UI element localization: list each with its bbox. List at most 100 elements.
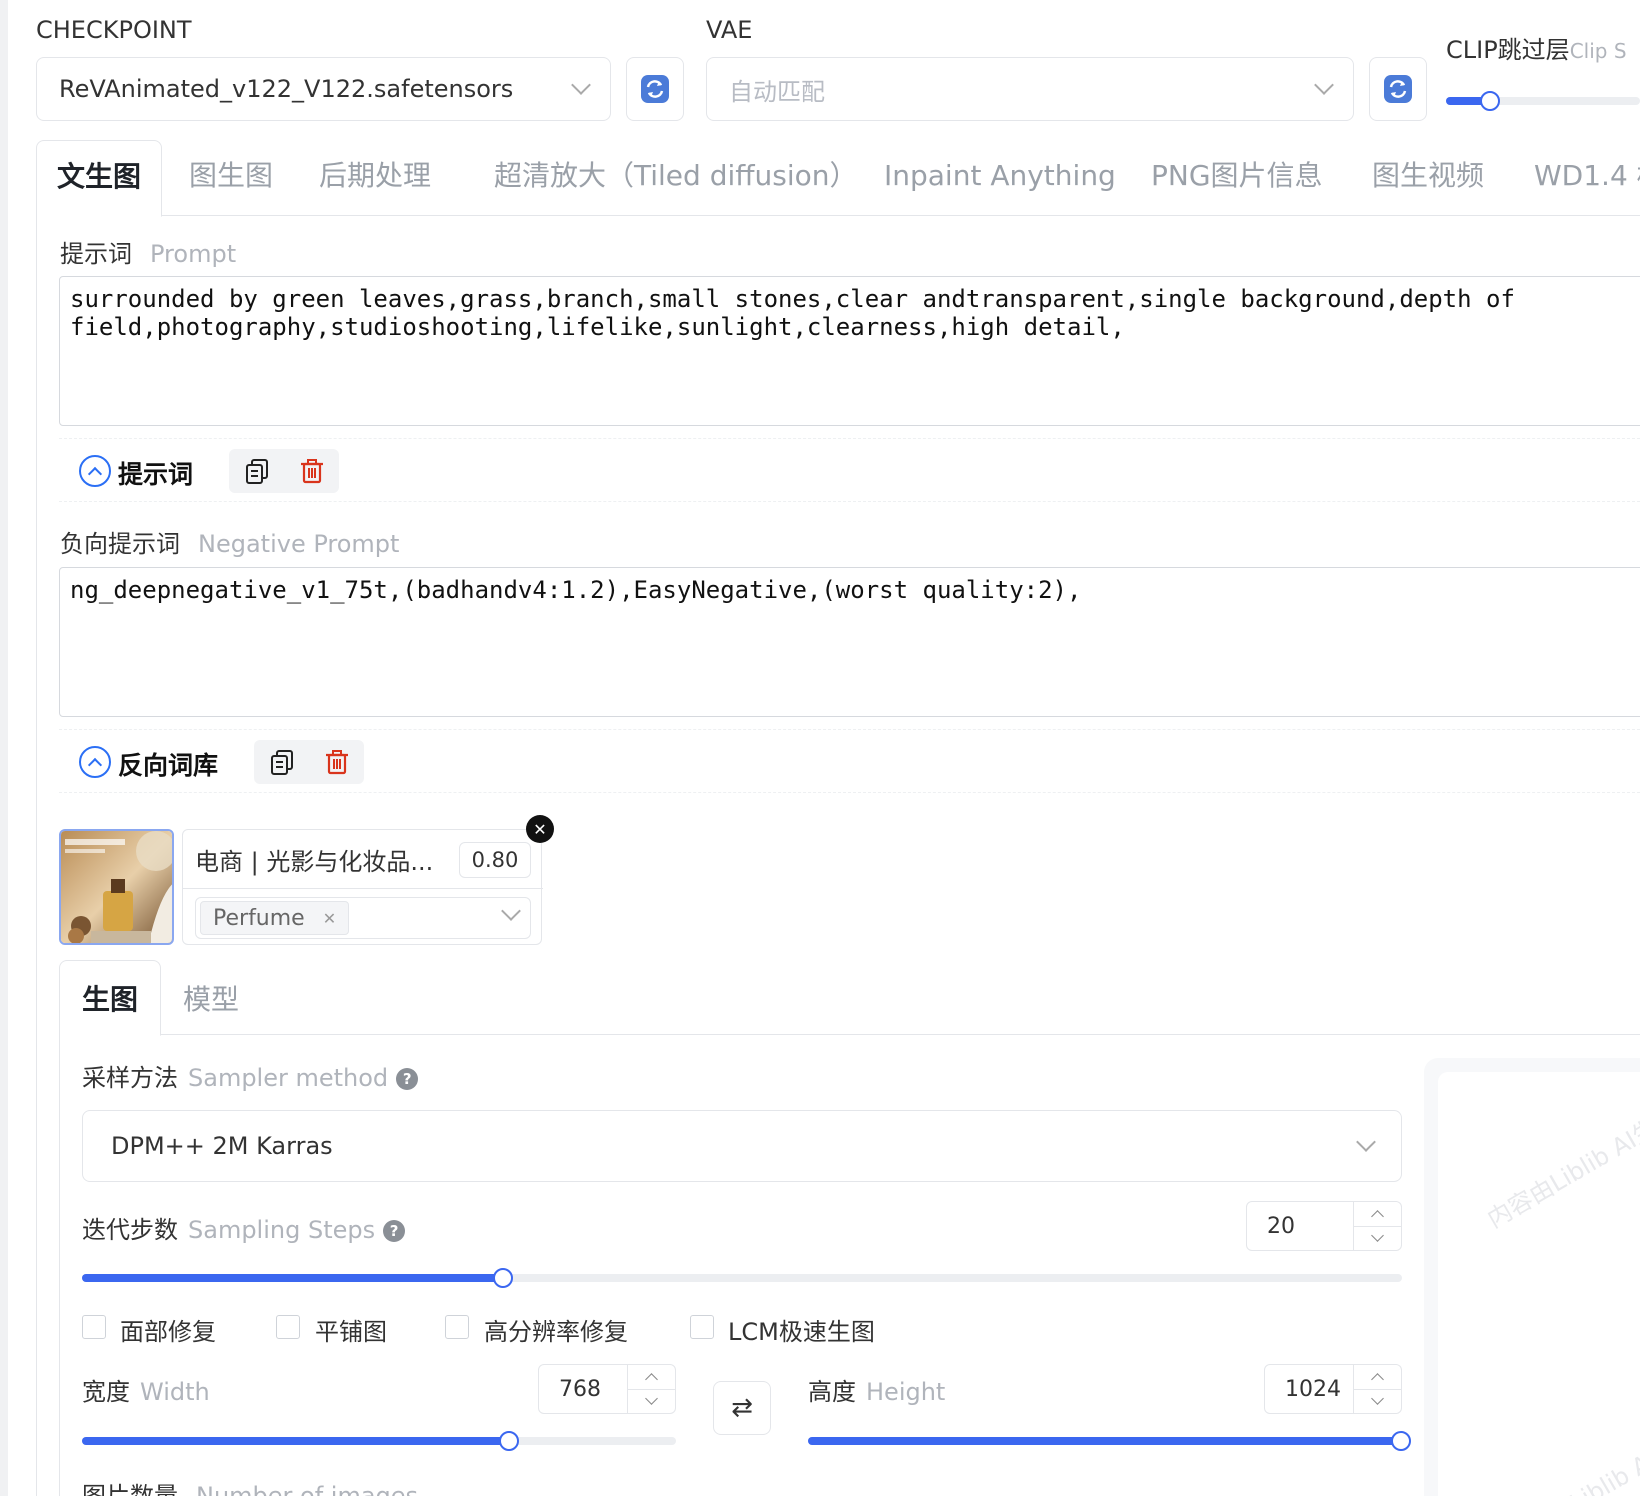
negative-label-cn: 负向提示词 (60, 530, 180, 558)
height-slider-fill (808, 1437, 1402, 1445)
sampler-label: 采样方法 Sampler method? (82, 1058, 419, 1093)
stepper-up-button[interactable] (1354, 1365, 1401, 1389)
prompt-input[interactable]: surrounded by green leaves,grass,branch,… (59, 276, 1640, 426)
tab-inpaint-anything[interactable]: Inpaint Anything (884, 140, 1116, 212)
sampler-label-cn: 采样方法 (82, 1064, 178, 1092)
preview-panel: 内容由Liblib AI生成 内容由Liblib AI生成 (1424, 1058, 1640, 1496)
tab-tiled-diffusion[interactable]: 超清放大（Tiled diffusion） (494, 140, 858, 212)
clip-skip-slider[interactable] (1446, 91, 1640, 111)
steps-label: 迭代步数 Sampling Steps? (82, 1210, 406, 1245)
height-label-en: Height (866, 1378, 946, 1406)
refresh-icon (641, 75, 669, 103)
height-input[interactable]: 1024 (1264, 1364, 1402, 1414)
swap-dimensions-button[interactable]: ⇄ (713, 1381, 771, 1435)
chevron-down-icon (1371, 1229, 1384, 1243)
collapse-up-icon[interactable] (79, 455, 111, 487)
tiling-checkbox[interactable] (276, 1315, 300, 1339)
sampler-select[interactable]: DPM++ 2M Karras (82, 1110, 1402, 1182)
tab-txt2img[interactable]: 文生图 (36, 140, 163, 217)
checkpoint-refresh-button[interactable] (626, 57, 684, 121)
vae-placeholder: 自动匹配 (729, 77, 825, 106)
prompt-label-cn: 提示词 (60, 240, 132, 268)
prompt-label-en: Prompt (150, 240, 237, 268)
refresh-icon (1384, 75, 1412, 103)
lora-weight-input[interactable]: 0.80 (459, 842, 531, 878)
copy-icon[interactable] (268, 748, 296, 776)
stepper-up-button[interactable] (1354, 1202, 1401, 1226)
width-label: 宽度 Width (82, 1372, 210, 1407)
help-icon[interactable]: ? (396, 1068, 419, 1090)
width-slider-thumb[interactable] (498, 1431, 519, 1451)
lora-card: 电商 | 光影与化妆品... 0.80 Perfume ✕ (182, 829, 543, 945)
width-slider[interactable] (82, 1431, 676, 1451)
height-stepper (1353, 1365, 1401, 1413)
stepper-down-button[interactable] (1354, 1388, 1401, 1414)
lora-tag-select[interactable]: Perfume ✕ (195, 897, 531, 939)
lora-divider (183, 888, 543, 889)
lora-tag-chip: Perfume ✕ (200, 901, 350, 935)
height-label-cn: 高度 (808, 1378, 856, 1406)
chevron-up-icon (645, 1372, 658, 1386)
clip-skip-slider-thumb[interactable] (1480, 91, 1500, 111)
tab-img2video[interactable]: 图生视频 (1372, 140, 1484, 212)
steps-value: 20 (1267, 1213, 1295, 1239)
stepper-up-button[interactable] (628, 1365, 675, 1389)
tab-wd14[interactable]: WD1.4 标 (1534, 140, 1640, 212)
vae-select[interactable]: 自动匹配 (706, 57, 1354, 121)
tab-png-info[interactable]: PNG图片信息 (1151, 140, 1323, 212)
prompt-tools (229, 449, 339, 493)
negative-tools (254, 740, 364, 784)
height-slider[interactable] (808, 1431, 1411, 1451)
count-label-cn: 图片数量 (82, 1482, 178, 1496)
steps-input[interactable]: 20 (1246, 1201, 1402, 1251)
sampler-value: DPM++ 2M Karras (111, 1132, 333, 1160)
clip-skip-sublabel: Clip S (1569, 39, 1627, 63)
steps-label-en: Sampling Steps (188, 1216, 376, 1244)
tiling-label: 平铺图 (315, 1318, 387, 1346)
chevron-down-icon (1356, 1132, 1376, 1152)
help-icon[interactable]: ? (383, 1220, 406, 1242)
face-restore-checkbox[interactable] (82, 1315, 106, 1339)
height-label: 高度 Height (808, 1372, 945, 1407)
width-input[interactable]: 768 (538, 1364, 676, 1414)
lora-thumbnail[interactable] (59, 829, 174, 945)
sampler-label-en: Sampler method (188, 1064, 389, 1092)
stepper-down-button[interactable] (1354, 1225, 1401, 1251)
steps-slider[interactable] (82, 1268, 1402, 1288)
lcm-checkbox[interactable] (690, 1315, 714, 1339)
negative-library-title: 反向词库 (118, 751, 219, 780)
tab-postprocess[interactable]: 后期处理 (319, 140, 431, 212)
width-slider-fill (82, 1437, 510, 1445)
steps-label-cn: 迭代步数 (82, 1216, 178, 1244)
clip-skip-label: CLIP跳过层 (1446, 36, 1570, 64)
perfume-image (61, 831, 172, 943)
chevron-up-icon (1371, 1209, 1384, 1223)
negative-prompt-label: 负向提示词 Negative Prompt (60, 524, 399, 559)
sub-tabs: 生图 模型 (59, 960, 1640, 1036)
width-value: 768 (559, 1376, 601, 1402)
copy-icon[interactable] (243, 457, 271, 485)
negative-prompt-input[interactable]: ng_deepnegative_v1_75t,(badhandv4:1.2),E… (59, 567, 1640, 717)
width-stepper (627, 1365, 675, 1413)
stepper-down-button[interactable] (628, 1388, 675, 1414)
steps-slider-thumb[interactable] (493, 1268, 514, 1288)
delete-icon[interactable] (298, 457, 326, 485)
lora-tag-text: Perfume (213, 905, 305, 931)
lcm-label: LCM极速生图 (728, 1318, 875, 1346)
subtab-generate[interactable]: 生图 (59, 960, 161, 1036)
negative-label-en: Negative Prompt (198, 530, 400, 558)
checkpoint-select[interactable]: ReVAnimated_v122_V122.safetensors (36, 57, 611, 121)
lora-name: 电商 | 光影与化妆品... (195, 848, 434, 876)
tab-img2img[interactable]: 图生图 (189, 140, 273, 212)
checkpoint-value: ReVAnimated_v122_V122.safetensors (59, 75, 514, 103)
lora-remove-close-icon[interactable]: ✕ (526, 815, 554, 843)
close-icon[interactable]: ✕ (323, 909, 336, 928)
height-slider-thumb[interactable] (1391, 1431, 1411, 1451)
vae-refresh-button[interactable] (1369, 57, 1427, 121)
collapse-up-icon[interactable] (79, 746, 111, 778)
subpanel-left-border (59, 1035, 60, 1496)
chevron-down-icon (645, 1392, 658, 1406)
hires-fix-checkbox[interactable] (445, 1315, 469, 1339)
delete-icon[interactable] (323, 748, 351, 776)
subtab-model[interactable]: 模型 (183, 960, 239, 1036)
